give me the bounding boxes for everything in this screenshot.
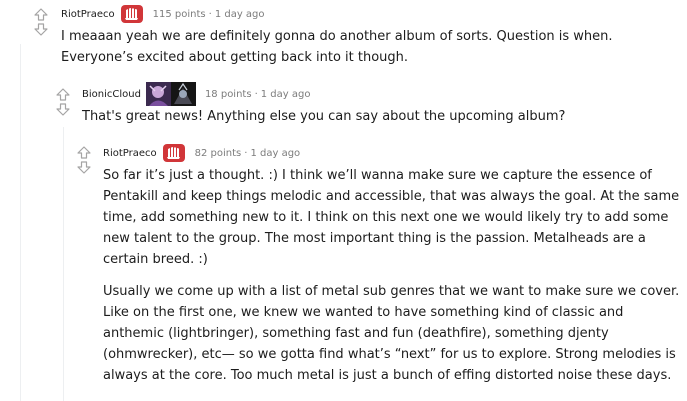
downvote-arrow-icon[interactable] (56, 103, 70, 116)
comment-author[interactable]: RiotPraeco (61, 9, 115, 20)
comment-meta: RiotPraeco 82 points · 1 day ago (103, 142, 300, 164)
riot-fist-icon (120, 4, 144, 24)
thread-line[interactable] (63, 127, 64, 401)
upvote-arrow-icon[interactable] (34, 8, 48, 21)
comment-timestamp[interactable]: 1 day ago (261, 89, 311, 100)
comment-timestamp[interactable]: 1 day ago (250, 148, 300, 159)
comment-body: That's great news! Anything else you can… (82, 106, 672, 127)
upvote-arrow-icon[interactable] (77, 146, 91, 159)
comment-points: 115 points (152, 8, 206, 20)
champion-avatars-icon (145, 82, 196, 106)
downvote-arrow-icon[interactable] (34, 23, 48, 36)
downvote-arrow-icon[interactable] (77, 161, 91, 174)
comment-points: 18 points (204, 88, 252, 100)
riot-fist-icon (162, 143, 186, 163)
comment-body: So far it’s just a thought. :) I think w… (103, 165, 681, 386)
comment-paragraph: Usually we come up with a list of metal … (103, 284, 680, 383)
comment-timestamp[interactable]: 1 day ago (215, 9, 265, 20)
thread-line[interactable] (20, 44, 21, 401)
comment-author[interactable]: BionicCloud (82, 89, 141, 100)
upvote-arrow-icon[interactable] (56, 88, 70, 101)
vote-controls (34, 8, 48, 36)
comment-paragraph: I meaaan yeah we are definitely gonna do… (61, 29, 613, 65)
comment-paragraph: That's great news! Anything else you can… (82, 109, 566, 124)
comment-thread: RiotPraeco 115 points · 1 day ago I meaa… (0, 0, 687, 401)
comment-meta: BionicCloud 18 points · 1 day ago (82, 82, 310, 106)
meta-separator: · (244, 147, 248, 159)
comment-body: I meaaan yeah we are definitely gonna do… (61, 26, 661, 68)
comment-author[interactable]: RiotPraeco (103, 148, 157, 159)
meta-separator: · (254, 88, 258, 100)
meta-separator: · (208, 8, 212, 20)
vote-controls (77, 146, 91, 174)
comment-paragraph: So far it’s just a thought. :) I think w… (103, 168, 680, 267)
comment-points: 82 points (194, 147, 242, 159)
comment-meta: RiotPraeco 115 points · 1 day ago (61, 4, 265, 24)
vote-controls (56, 88, 70, 116)
